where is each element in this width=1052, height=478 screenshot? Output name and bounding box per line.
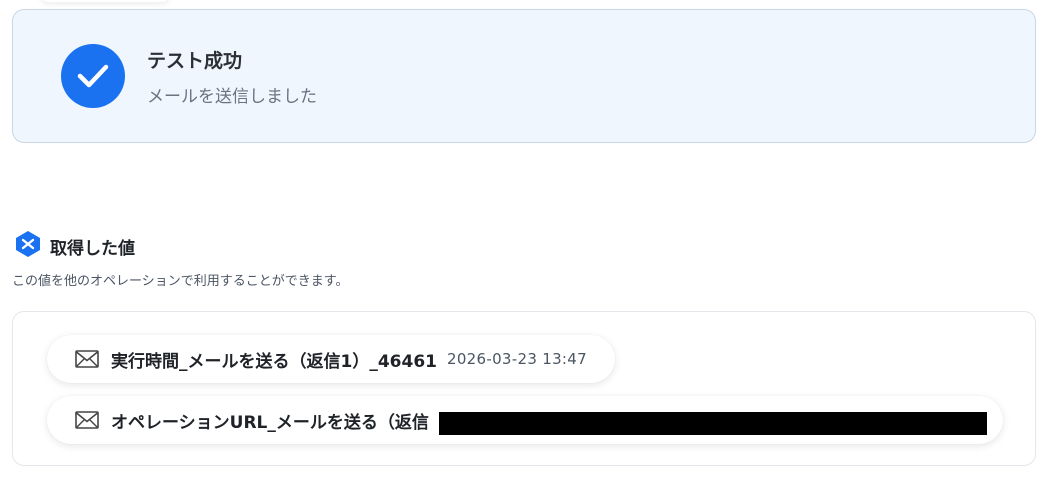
success-title: テスト成功: [147, 50, 243, 72]
value-label: 実行時間_メールを送る（返信1）_46461: [111, 351, 437, 372]
section-description: この値を他のオペレーションで利用することができます。: [12, 274, 349, 289]
retrieved-values-panel: 実行時間_メールを送る（返信1）_46461 2026-03-23 13:47 …: [12, 311, 1036, 466]
check-circle-icon: [61, 44, 125, 108]
previous-card-edge: [40, 0, 170, 2]
mail-icon: [75, 350, 99, 368]
value-label: オペレーションURL_メールを送る（返信1）_46461: [111, 412, 429, 433]
mail-icon: [75, 411, 99, 429]
retrieved-values-header: 取得した値: [14, 230, 135, 262]
value-chip-execution-time[interactable]: 実行時間_メールを送る（返信1）_46461 2026-03-23 13:47: [47, 335, 615, 383]
test-success-panel: テスト成功 メールを送信しました: [12, 9, 1036, 143]
section-title: 取得した値: [50, 238, 135, 259]
redacted-value: [439, 412, 987, 435]
value-text: 2026-03-23 13:47: [446, 350, 587, 368]
value-chip-operation-url[interactable]: オペレーションURL_メールを送る（返信1）_46461: [47, 396, 1003, 444]
success-subtitle: メールを送信しました: [147, 87, 317, 107]
yoom-logo-icon: [14, 230, 42, 262]
